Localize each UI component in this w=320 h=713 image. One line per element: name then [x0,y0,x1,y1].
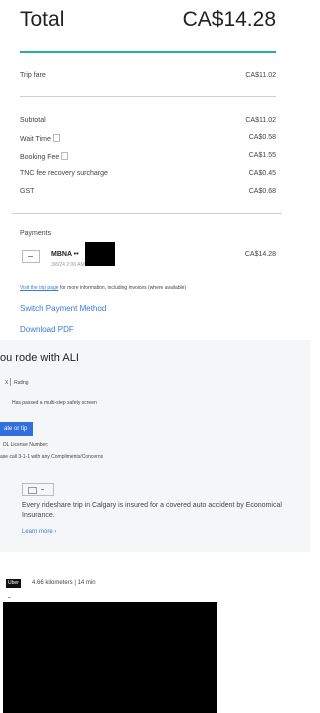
route-dot [8,597,11,598]
total-value: CA$14.28 [182,8,276,31]
booking-fee-row: Booking Fee [20,152,69,161]
rating-prefix: X [5,380,9,386]
booking-fee-label: Booking Fee [20,154,60,161]
switch-payment-link[interactable]: Switch Payment Method [20,304,106,313]
card-icon [22,250,40,263]
wait-time-value: CA$0.58 [248,134,276,141]
fare-divider [20,96,276,97]
gst-value: CA$0.68 [248,188,276,195]
card-name: MBNA •• [51,251,79,258]
trip-page-text: for more information, including invoices… [58,285,187,291]
insurance-logo [22,483,54,496]
download-pdf-link[interactable]: Download PDF [20,325,74,334]
subtotal-label: Subtotal [20,117,46,124]
distance-time: 4.66 kilometers | 14 min [32,580,96,586]
safety-text: Has passed a multi-step safety screen [12,400,97,406]
gst-label: GST [20,188,35,195]
learn-more-link[interactable]: Learn more › [22,529,56,535]
trip-fare-label: Trip fare [20,72,46,79]
breakdown-divider [12,213,282,214]
payment-amount: CA$14.28 [244,251,276,258]
uber-badge: Uber [6,579,21,588]
trip-fare-value: CA$11.02 [245,72,276,79]
total-divider [20,51,276,53]
payments-heading: Payments [20,230,52,237]
tnc-surcharge-value: CA$0.45 [248,170,276,177]
subtotal-value: CA$11.02 [245,117,276,124]
tnc-surcharge-label: TNC fee recovery surcharge [20,170,108,177]
redaction-box [85,242,115,266]
info-icon[interactable] [61,152,69,160]
rating-label: Rating [14,380,29,386]
booking-fee-value: CA$1.55 [248,152,276,159]
trip-page-note: Visit the trip page for more information… [20,285,186,291]
wait-time-label: Wait Time [20,136,51,143]
rate-or-tip-button[interactable]: ate or tip [0,422,34,436]
total-label: Total [20,8,65,31]
license-label: DL License Number: [3,442,49,448]
info-icon[interactable] [52,134,60,142]
contact-text: ase call 3-1-1 with any Compliments/Conc… [0,454,104,460]
card-date: 3/8/24 2:06 AM [51,262,85,268]
wait-time-row: Wait Time [20,134,60,143]
driver-title: ou rode with ALI [0,352,79,364]
star-icon [9,378,13,386]
trip-map [3,602,217,713]
trip-page-link[interactable]: Visit the trip page [20,285,59,291]
insurance-text: Every rideshare trip in Calgary is insur… [22,502,282,519]
rating-row: X Rating [5,378,29,386]
